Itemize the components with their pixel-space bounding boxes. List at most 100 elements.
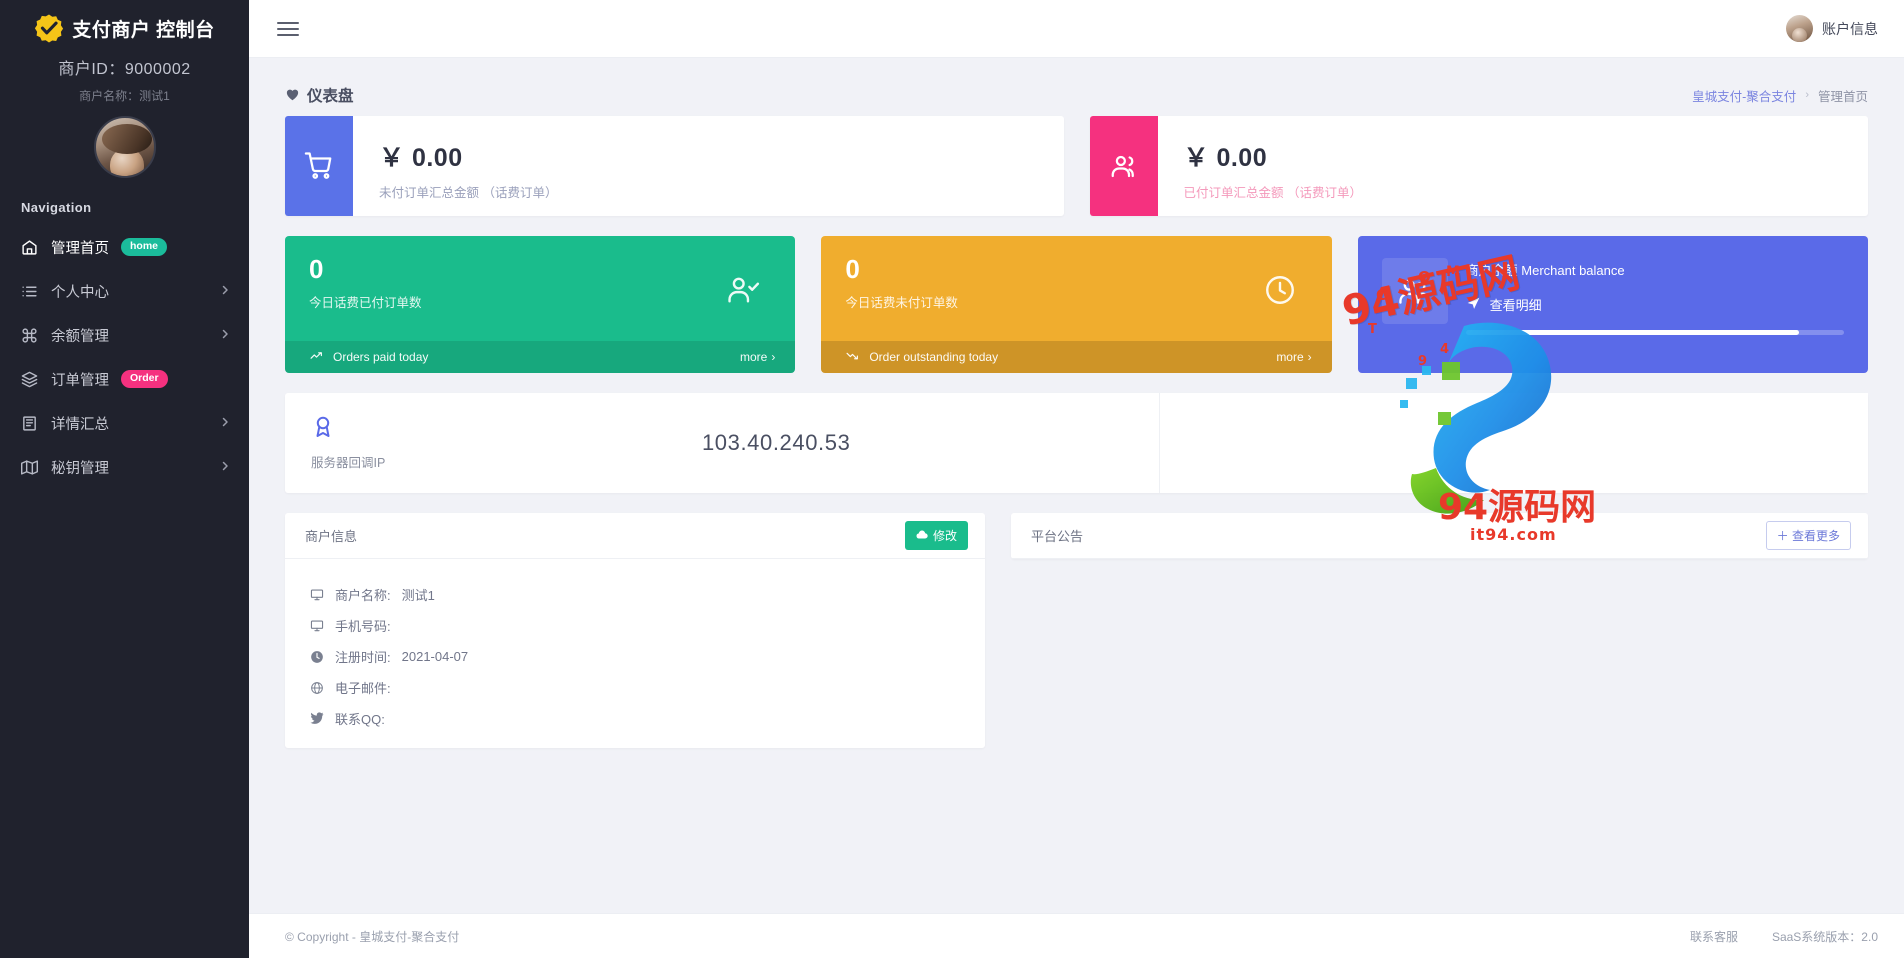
merchant-info-title: 商户信息 [305,529,358,544]
orders-paid-today-footer-label: Orders paid today [333,350,429,364]
merchant-balance-card: 商户余额 Merchant balance 查看明细 [1357,236,1868,373]
merchant-info-header: 商户信息 修改 [285,513,985,559]
footer-copyright: © Copyright - 皇城支付-聚合支付 [285,929,460,944]
paid-total-body: ￥ 0.00 已付订单汇总金额 （话费订单） [1158,116,1362,216]
unpaid-total-value: ￥ 0.00 [379,144,463,172]
view-more-notices-button[interactable]: ＋ 查看更多 [1765,521,1851,550]
server-callback-ip-cell: 服务器回调IP 103.40.240.53 [285,393,1161,493]
sidebar-item-personal-center[interactable]: 个人中心 [0,269,249,313]
orders-paid-today-label: 今日话费已付订单数 [309,296,422,310]
orders-paid-today-more-link[interactable]: more › [740,350,775,364]
platform-notice-title: 平台公告 [1031,529,1084,544]
platform-notice-panel: 平台公告 ＋ 查看更多 [1011,513,1868,559]
orders-outstanding-today-footer: Order outstanding today more › [821,341,1332,373]
sidebar-item-home[interactable]: 管理首页 home [0,225,249,269]
page-title-text: 仪表盘 [307,88,354,105]
trend-down-icon [845,349,860,365]
chevron-right-icon [219,284,231,298]
chevron-right-icon [219,328,231,342]
sidebar-item-label: 秘钥管理 [51,460,109,477]
merchant-balance-progress [1465,330,1844,335]
avatar [93,116,156,178]
ip-card-blank-area [1160,393,1868,493]
paid-total-label: 已付订单汇总金额 （话费订单） [1183,186,1362,200]
breadcrumb-current: 管理首页 [1817,89,1868,104]
orders-outstanding-today-more-link[interactable]: more › [1276,350,1311,364]
page-head: 仪表盘 皇城支付-聚合支付 › 管理首页 [249,58,1904,116]
sidebar-item-balance[interactable]: 余额管理 [0,313,249,357]
brand-logo-icon [34,13,64,43]
nav-heading: Navigation [21,200,92,215]
merchant-info-row-label: 注册时间: [335,650,391,665]
merchant-info-row-label: 手机号码: [335,619,391,634]
home-icon [21,239,43,256]
sidebar-item-details-summary[interactable]: 详情汇总 [0,401,249,445]
ip-row: 服务器回调IP 103.40.240.53 [285,393,1868,493]
twitter-icon [309,712,324,725]
server-callback-ip-left: 服务器回调IP [311,415,419,471]
breadcrumb-root[interactable]: 皇城支付-聚合支付 [1692,86,1796,105]
merchant-info-row-label: 商户名称: [335,588,391,603]
hamburger-icon[interactable] [277,18,299,40]
brand-title: 支付商户 控制台 [72,19,215,41]
sidebar-item-label: 余额管理 [51,328,109,345]
chevron-right-icon: › [1307,350,1312,364]
content: 仪表盘 皇城支付-聚合支付 › 管理首页 ￥ 0.00 未付订单汇总金额 （话费… [249,58,1904,913]
money-cards-row: ￥ 0.00 未付订单汇总金额 （话费订单） ￥ 0.00 已付订单汇总金额 （… [285,116,1868,216]
nav-list: 管理首页 home 个人中心 余额管理 订单管理 Order 详情汇总 秘钥管理 [0,225,249,489]
breadcrumb: 皇城支付-聚合支付 › 管理首页 [1692,86,1868,105]
orders-outstanding-today-footer-label: Order outstanding today [869,350,999,364]
cart-icon [285,116,353,216]
merchant-info-row: 注册时间: 2021-04-07 [309,641,961,672]
clock-icon [309,650,324,664]
command-icon [21,327,43,344]
panels-row: 商户信息 修改 商户名称: 测试1 手机号码: 注册时间: 2021-04-07… [285,513,1868,748]
merchant-info-panel: 商户信息 修改 商户名称: 测试1 手机号码: 注册时间: 2021-04-07… [285,513,985,748]
merchant-balance-title: 商户余额 Merchant balance [1465,263,1625,278]
server-callback-ip-card: 服务器回调IP 103.40.240.53 [285,393,1868,493]
globe-icon [309,681,324,695]
sidebar-item-orders[interactable]: 订单管理 Order [0,357,249,401]
main-area: 账户信息 仪表盘 皇城支付-聚合支付 › 管理首页 ￥ 0.00 未付订单汇总金… [249,0,1904,958]
paid-total-card: ￥ 0.00 已付订单汇总金额 （话费订单） [1089,116,1868,216]
orders-paid-today-top: 0 今日话费已付订单数 [285,236,795,341]
paid-total-value: ￥ 0.00 [1183,144,1268,172]
chevron-right-icon [219,460,231,474]
breadcrumb-separator: › [1805,89,1809,101]
orders-outstanding-today-card: 0 今日话费未付订单数 Order outstanding today more… [821,236,1332,373]
footer-right: 联系客服 SaaS系统版本：2.0 [1690,928,1878,945]
more-label: more [1276,350,1304,364]
platform-notice-header: 平台公告 ＋ 查看更多 [1011,513,1868,559]
orders-paid-today-value: 0 [309,254,324,284]
merchant-info-row: 电子邮件: [309,672,961,703]
orders-paid-today-footer-left: Orders paid today [309,349,428,365]
account-menu[interactable]: 账户信息 [1786,15,1878,42]
edit-merchant-label: 修改 [932,529,957,543]
server-callback-ip-value: 103.40.240.53 [701,430,851,455]
sidebar-item-label: 个人中心 [51,284,109,301]
merchant-name: 商户名称：测试1 [79,89,170,103]
footer-support-link[interactable]: 联系客服 [1690,928,1738,945]
account-avatar [1786,15,1813,42]
chevron-right-icon: › [771,350,776,364]
footer-version: SaaS系统版本：2.0 [1771,929,1878,944]
merchant-id: 商户ID：9000002 [58,61,191,78]
chevron-right-icon [219,416,231,430]
map-icon [21,459,43,476]
more-label: more [739,350,768,364]
merchant-info-row-label: 电子邮件: [335,681,391,696]
users-icon [1089,116,1158,216]
merchant-info-row-label: 联系QQ: [335,712,385,727]
merchant-info-row: 联系QQ: [309,703,961,734]
user-check-icon [725,273,761,312]
monitor-icon [309,588,324,602]
sidebar-avatar-wrap [0,116,249,178]
clock-icon [1262,273,1298,312]
server-callback-ip-caption: 服务器回调IP [311,456,386,470]
unpaid-total-card: ￥ 0.00 未付订单汇总金额 （话费订单） [285,116,1064,216]
sidebar-item-secret-key[interactable]: 秘钥管理 [0,445,249,489]
merchant-balance-detail-link[interactable]: 查看明细 [1466,295,1844,314]
edit-merchant-button[interactable]: 修改 [904,521,968,550]
trend-up-icon [309,349,324,365]
merchant-balance-inner: 商户余额 Merchant balance 查看明细 [1358,236,1868,357]
